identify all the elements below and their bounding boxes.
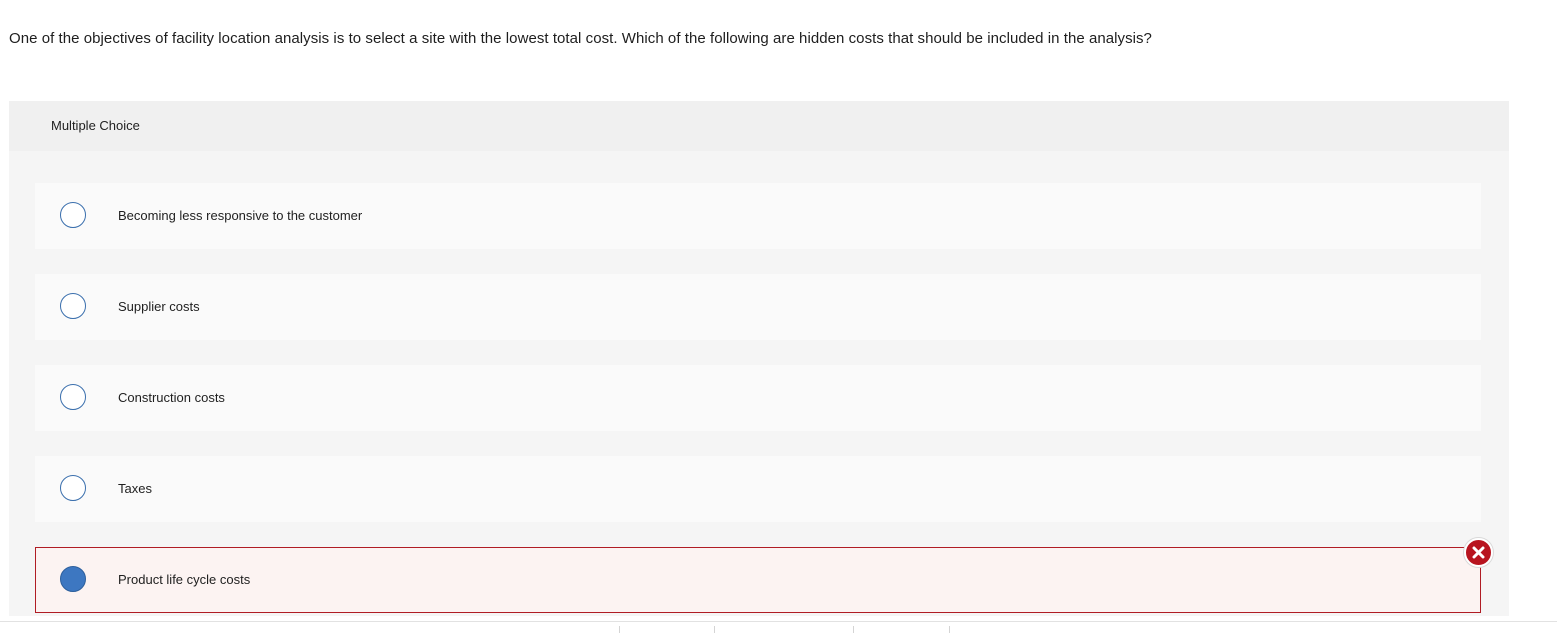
answer-option-label: Becoming less responsive to the customer [118,208,363,223]
radio-button-selected[interactable] [60,566,86,592]
divider-tick [619,626,620,633]
answer-option[interactable]: Taxes [35,456,1481,522]
answer-option-label: Construction costs [118,390,225,405]
radio-button[interactable] [60,293,86,319]
answer-option-label: Taxes [118,481,152,496]
divider-tick [853,626,854,633]
divider-tick [714,626,715,633]
answer-option-label: Supplier costs [118,299,200,314]
incorrect-x-icon [1464,538,1493,567]
answer-option-label: Product life cycle costs [118,572,251,587]
answer-option[interactable]: Supplier costs [35,274,1481,340]
divider-tick [949,626,950,633]
answer-options: Becoming less responsive to the customer… [35,183,1481,633]
radio-button[interactable] [60,202,86,228]
answer-option[interactable]: Becoming less responsive to the customer [35,183,1481,249]
divider [0,621,1557,622]
answer-option[interactable]: Construction costs [35,365,1481,431]
question-text: One of the objectives of facility locati… [9,30,1152,47]
radio-button[interactable] [60,384,86,410]
radio-button[interactable] [60,475,86,501]
question-page: One of the objectives of facility locati… [0,0,1557,633]
x-mark-icon [1472,546,1485,559]
multiple-choice-header: Multiple Choice [9,101,1509,151]
answer-option-selected-incorrect[interactable]: Product life cycle costs [35,547,1481,613]
multiple-choice-label: Multiple Choice [51,118,140,133]
